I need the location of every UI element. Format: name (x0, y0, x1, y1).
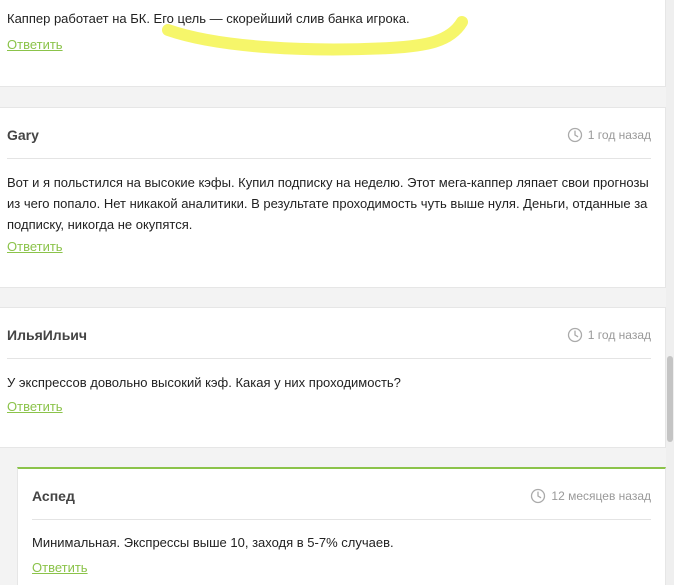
timestamp-text: 12 месяцев назад (551, 489, 651, 503)
comment-card: ИльяИльич 1 год назад У экспрессов довол… (0, 307, 666, 448)
comment-text: Минимальная. Экспрессы выше 10, заходя в… (32, 535, 394, 550)
header-divider (7, 158, 651, 159)
reply-card: Аспед 12 месяцев назад Минимальная. Эксп… (17, 467, 666, 585)
reply-link[interactable]: Ответить (7, 399, 63, 414)
comment-text: Каппер работает на БК. Его цель — скорей… (7, 11, 410, 26)
comment-text: Вот и я польстился на высокие кэфы. Купи… (7, 175, 649, 232)
comment-card: Gary 1 год назад Вот и я польстился на в… (0, 107, 666, 288)
comment-author[interactable]: Аспед (32, 488, 75, 504)
comment-author[interactable]: ИльяИльич (7, 327, 87, 343)
comment-header: ИльяИльич 1 год назад (0, 308, 665, 360)
comment-header: Аспед 12 месяцев назад (18, 469, 665, 521)
comment-text: У экспрессов довольно высокий кэф. Какая… (7, 375, 401, 390)
timestamp-text: 1 год назад (587, 128, 651, 142)
scrollbar[interactable] (666, 0, 674, 585)
clock-icon (531, 488, 546, 504)
comment-card-top: Каппер работает на БК. Его цель — скорей… (0, 0, 666, 87)
comment-header: Gary 1 год назад (0, 108, 665, 160)
comment-author[interactable]: Gary (7, 127, 39, 143)
comment-timestamp: 1 год назад (567, 127, 651, 143)
reply-link[interactable]: Ответить (7, 239, 63, 254)
comment-timestamp: 12 месяцев назад (530, 488, 651, 504)
header-divider (32, 519, 651, 520)
scrollbar-thumb[interactable] (667, 356, 673, 442)
comment-timestamp: 1 год назад (567, 327, 651, 343)
header-divider (7, 358, 651, 359)
reply-link[interactable]: Ответить (32, 560, 88, 575)
reply-link[interactable]: Ответить (7, 37, 63, 52)
timestamp-text: 1 год назад (587, 328, 651, 342)
clock-icon (567, 127, 582, 143)
comments-page: Каппер работает на БК. Его цель — скорей… (0, 0, 674, 585)
clock-icon (567, 327, 582, 343)
